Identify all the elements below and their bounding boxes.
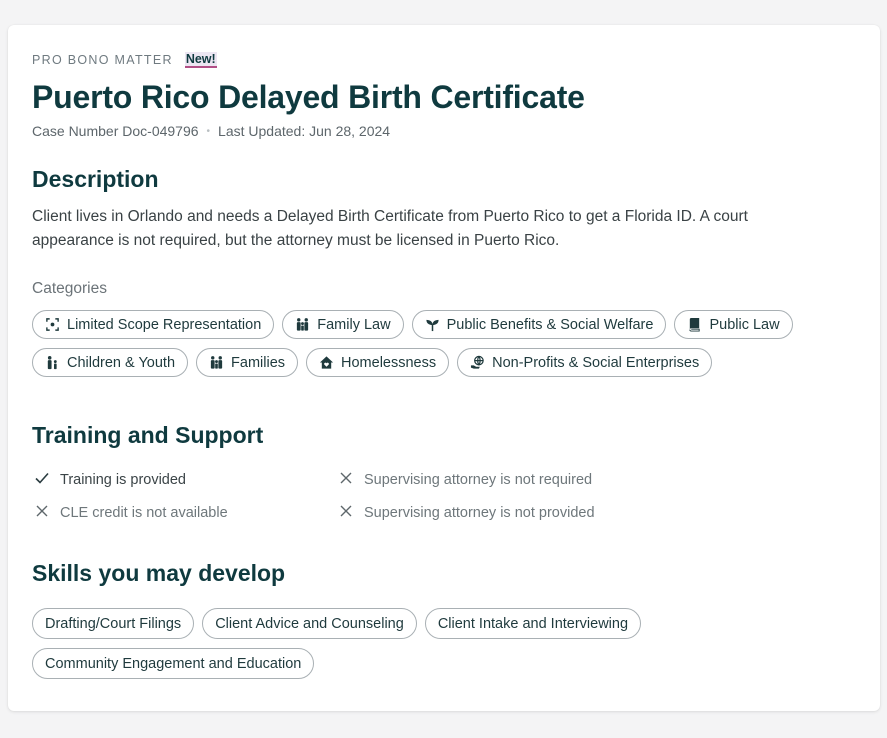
- categories-row-1: Limited Scope Representation Family Law: [32, 310, 793, 339]
- category-label: Homelessness: [341, 354, 437, 371]
- categories-row-2: Children & Youth Families Homelessness N…: [32, 348, 713, 377]
- parent-child-icon: [45, 355, 60, 370]
- training-heading: Training and Support: [32, 422, 264, 448]
- category-chip[interactable]: Homelessness: [306, 348, 450, 377]
- description-heading: Description: [32, 166, 159, 192]
- supervising-required-item: Supervising attorney is not required: [338, 470, 592, 490]
- x-icon: [34, 503, 50, 523]
- skills-heading: Skills you may develop: [32, 560, 286, 586]
- skill-chip[interactable]: Client Advice and Counseling: [202, 608, 417, 639]
- category-chip[interactable]: Families: [196, 348, 299, 377]
- cle-credit-item: CLE credit is not available: [34, 503, 228, 523]
- category-label: Limited Scope Representation: [67, 316, 262, 333]
- check-icon: [34, 470, 50, 490]
- category-label: Non-Profits & Social Enterprises: [492, 354, 700, 371]
- category-chip[interactable]: Non-Profits & Social Enterprises: [457, 348, 713, 377]
- x-icon: [338, 503, 354, 523]
- category-chip[interactable]: Public Law: [674, 310, 793, 339]
- category-label: Public Law: [709, 316, 780, 333]
- house-heart-icon: [319, 355, 334, 370]
- last-updated: Last Updated: Jun 28, 2024: [218, 123, 391, 139]
- category-label: Children & Youth: [67, 354, 176, 371]
- scope-icon: [45, 317, 60, 332]
- category-chip[interactable]: Public Benefits & Social Welfare: [411, 310, 667, 339]
- skills-row-1: Drafting/Court Filings Client Advice and…: [32, 608, 642, 639]
- training-item-label: Supervising attorney is not provided: [364, 505, 595, 521]
- x-icon: [338, 470, 354, 490]
- category-label: Family Law: [317, 316, 391, 333]
- description-text: Client lives in Orlando and needs a Dela…: [32, 208, 748, 249]
- supervising-provided-item: Supervising attorney is not provided: [338, 503, 595, 523]
- book-icon: [687, 317, 702, 332]
- eyebrow: PRO BONO MATTER New!: [32, 52, 217, 68]
- matter-card: PRO BONO MATTER New! Puerto Rico Delayed…: [8, 25, 880, 711]
- skill-chip[interactable]: Drafting/Court Filings: [32, 608, 195, 639]
- sprout-icon: [425, 317, 440, 332]
- skills-row-2: Community Engagement and Education: [32, 648, 315, 679]
- globe-hand-icon: [470, 355, 485, 370]
- training-item-label: CLE credit is not available: [60, 505, 228, 521]
- family-icon: [295, 317, 310, 332]
- category-label: Public Benefits & Social Welfare: [446, 316, 654, 333]
- case-number: Case Number Doc-049796: [32, 123, 199, 139]
- training-support-list: Training is provided Supervising attorne…: [32, 470, 652, 540]
- category-chip[interactable]: Limited Scope Representation: [32, 310, 275, 339]
- category-chip[interactable]: Children & Youth: [32, 348, 189, 377]
- training-provided-item: Training is provided: [34, 470, 186, 490]
- categories-label: Categories: [32, 280, 107, 297]
- category-label: Families: [231, 354, 286, 371]
- skill-chip[interactable]: Community Engagement and Education: [32, 648, 315, 679]
- training-item-label: Training is provided: [60, 472, 186, 488]
- meta-separator: •: [206, 125, 211, 137]
- matter-meta: Case Number Doc-049796 • Last Updated: J…: [32, 123, 390, 139]
- matter-type-label: PRO BONO MATTER: [32, 53, 173, 67]
- family-icon: [209, 355, 224, 370]
- skill-chip[interactable]: Client Intake and Interviewing: [424, 608, 642, 639]
- new-badge: New!: [184, 52, 217, 68]
- training-item-label: Supervising attorney is not required: [364, 472, 593, 488]
- category-chip[interactable]: Family Law: [282, 310, 404, 339]
- page-title: Puerto Rico Delayed Birth Certificate: [32, 79, 585, 115]
